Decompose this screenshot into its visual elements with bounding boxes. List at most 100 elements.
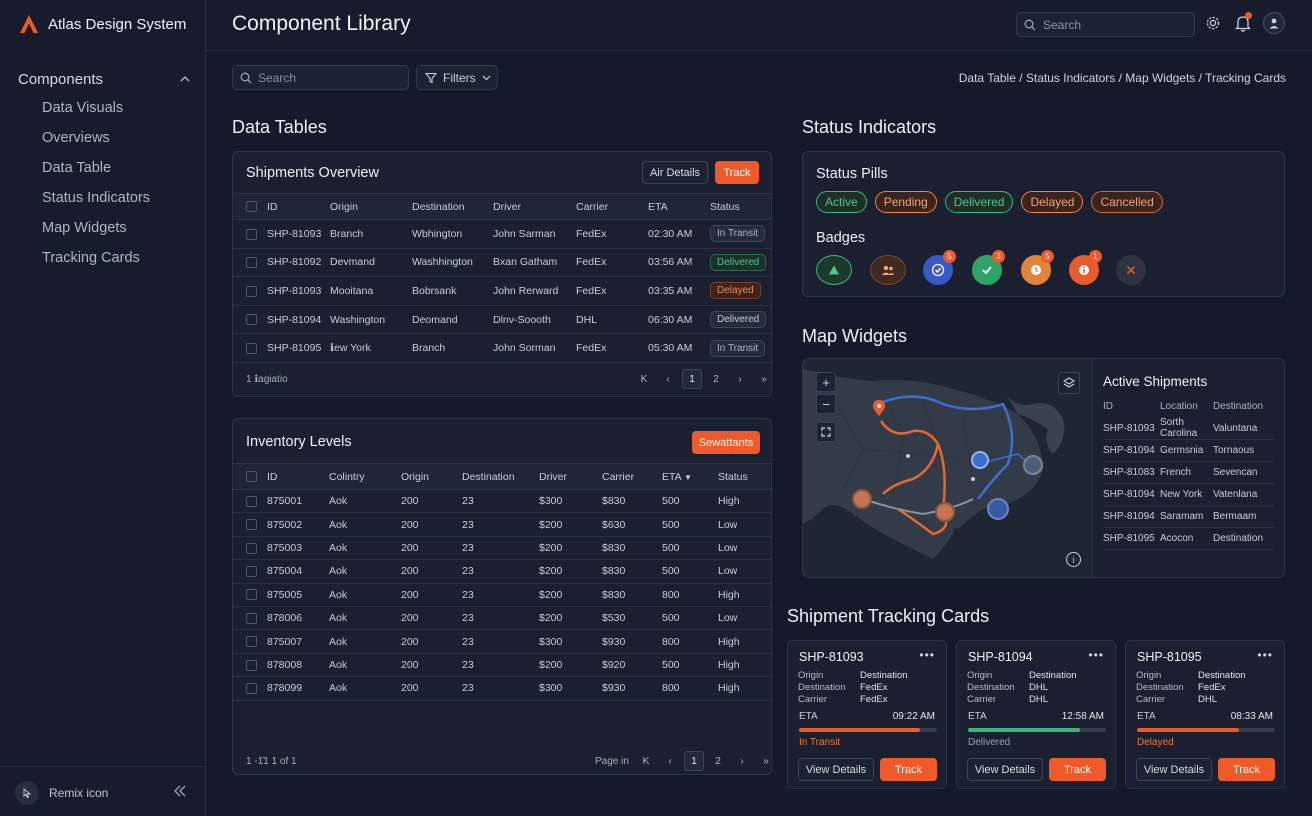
sidebar-item-map-widgets[interactable]: Map Widgets	[42, 220, 127, 236]
air-details-button[interactable]: Air Details	[642, 161, 708, 184]
list-item[interactable]: SHP-81094 Germsnia Tornaous	[1103, 439, 1274, 462]
close-icon[interactable]	[1116, 255, 1146, 285]
table-row[interactable]: 878099 Aok 200 23 $300 $930 800 High	[233, 676, 771, 701]
sidebar-item-status-indicators[interactable]: Status Indicators	[42, 190, 150, 206]
collapse-sidebar-icon[interactable]	[173, 784, 187, 800]
user-avatar[interactable]	[1263, 12, 1285, 34]
list-item[interactable]: SHP-81095 Acocon Destination	[1103, 527, 1274, 550]
first-page-icon[interactable]: K	[636, 751, 656, 771]
table-row[interactable]: 878006 Aok 200 23 $200 $530 500 Low	[233, 606, 771, 631]
map-vehicle-marker[interactable]	[971, 451, 989, 469]
row-checkbox[interactable]	[246, 636, 257, 648]
table-row[interactable]: SHP-81092 Devmand Washhington Bxan Gatham Fe…	[233, 248, 771, 278]
next-page-icon[interactable]: ›	[732, 751, 752, 771]
table-row[interactable]: SHP-81093 Branch Wbhington John Sarman FedEx…	[233, 219, 771, 249]
next-page-icon[interactable]: ›	[730, 369, 750, 389]
view-details-button[interactable]: View Details	[967, 758, 1043, 781]
col-origin[interactable]: Origin	[401, 463, 462, 490]
row-checkbox[interactable]	[246, 589, 257, 601]
filters-button[interactable]: Filters	[416, 65, 498, 90]
track-button[interactable]: Track	[1049, 758, 1106, 781]
col-driver[interactable]: Driver	[493, 193, 576, 220]
table-row[interactable]: 878008 Aok 200 23 $200 $920 500 High	[233, 653, 771, 678]
col-status[interactable]: Status	[718, 463, 771, 490]
gear-icon[interactable]	[1205, 15, 1221, 31]
page-2-button[interactable]: 2	[706, 369, 726, 389]
table-row[interactable]: 875004 Aok 200 23 $200 $830 500 Low	[233, 559, 771, 584]
row-checkbox[interactable]	[246, 519, 257, 531]
track-button[interactable]: Track	[1218, 758, 1275, 781]
sidebar-item-data-table[interactable]: Data Table	[42, 160, 111, 176]
top-search-input[interactable]: Search	[1016, 12, 1195, 37]
table-row[interactable]: 875002 Aok 200 23 $200 $630 500 Low	[233, 512, 771, 537]
shipment-map[interactable]: + − i	[803, 359, 1092, 577]
page-1-button[interactable]: 1	[682, 369, 702, 389]
status-pill-delivered[interactable]: Delivered	[944, 191, 1014, 213]
col-driver[interactable]: Driver	[539, 463, 602, 490]
track-button[interactable]: Track	[715, 161, 759, 184]
sidebar-item-overviews[interactable]: Overviews	[42, 130, 110, 146]
view-details-button[interactable]: View Details	[798, 758, 874, 781]
list-item[interactable]: SHP-81094 Saramam Bermaam	[1103, 505, 1274, 528]
map-cluster-marker[interactable]	[935, 502, 955, 522]
users-icon[interactable]	[870, 255, 906, 285]
triangle-icon[interactable]	[816, 255, 852, 285]
table-row[interactable]: SHP-81094 Washington Deomand Dlnv-Soooth DHL…	[233, 305, 771, 335]
page-2-button[interactable]: 2	[708, 751, 728, 771]
fullscreen-icon[interactable]	[816, 422, 836, 442]
inventory-action-button[interactable]: Sewattants	[692, 431, 760, 454]
col-eta[interactable]: ETA	[648, 193, 710, 220]
location-pin-icon[interactable]	[871, 399, 887, 417]
main-search-input[interactable]: Search	[232, 65, 409, 90]
col-carrier[interactable]: Carrier	[602, 463, 662, 490]
track-button[interactable]: Track	[880, 758, 937, 781]
table-row[interactable]: SHP-81093 Mooitana Bobrsank John Rerward Fed…	[233, 276, 771, 306]
info-icon[interactable]: i	[1066, 552, 1081, 567]
row-checkbox[interactable]	[246, 566, 257, 578]
col-status[interactable]: Status	[710, 193, 771, 220]
first-page-icon[interactable]: K	[634, 369, 654, 389]
sidebar-item-tracking-cards[interactable]: Tracking Cards	[42, 250, 140, 266]
table-row[interactable]: SHP-81095 ℹew York Branch John Sorman FedEx 0…	[233, 333, 771, 363]
row-checkbox[interactable]	[246, 683, 257, 695]
status-pill-cancelled[interactable]: Cancelled	[1091, 191, 1163, 213]
row-checkbox[interactable]	[246, 257, 257, 269]
zoom-in-button[interactable]: +	[816, 372, 836, 392]
sidebar-item-data-visuals[interactable]: Data Visuals	[42, 100, 123, 116]
more-options-icon[interactable]: •••	[919, 648, 935, 662]
map-cluster-marker[interactable]	[852, 489, 872, 509]
col-carrier[interactable]: Carrier	[576, 193, 648, 220]
row-checkbox[interactable]	[246, 285, 257, 297]
more-options-icon[interactable]: •••	[1088, 648, 1104, 662]
list-item[interactable]: SHP-81093 Sorth Carolina Valuntana	[1103, 417, 1274, 440]
row-checkbox[interactable]	[246, 495, 257, 507]
view-details-button[interactable]: View Details	[1136, 758, 1212, 781]
row-checkbox[interactable]	[246, 314, 257, 326]
prev-page-icon[interactable]: ‹	[658, 369, 678, 389]
col-origin[interactable]: Origin	[330, 193, 412, 220]
col-country[interactable]: Colintry	[329, 463, 401, 490]
row-checkbox[interactable]	[246, 228, 257, 240]
list-item[interactable]: SHP-81094 New York Vatenlana	[1103, 483, 1274, 506]
prev-page-icon[interactable]: ‹	[660, 751, 680, 771]
map-cluster-marker[interactable]	[1023, 455, 1043, 475]
table-row[interactable]: 875001 Aok 200 23 $300 $830 500 High	[233, 489, 771, 514]
status-pill-pending[interactable]: Pending	[874, 191, 937, 213]
row-checkbox[interactable]	[246, 342, 257, 354]
map-cluster-marker[interactable]	[987, 498, 1009, 520]
list-item[interactable]: SHP-81083 French Sevencan	[1103, 461, 1274, 484]
col-id[interactable]: ID	[267, 193, 330, 220]
col-destination[interactable]: Destination	[462, 463, 539, 490]
table-row[interactable]: 875007 Aok 200 23 $300 $930 800 High	[233, 629, 771, 654]
nav-group-components[interactable]: Components	[18, 69, 190, 89]
zoom-out-button[interactable]: −	[816, 394, 836, 414]
col-id[interactable]: ID	[267, 463, 329, 490]
select-all-checkbox[interactable]	[246, 471, 257, 483]
row-checkbox[interactable]	[246, 542, 257, 554]
table-row[interactable]: 875003 Aok 200 23 $200 $830 500 Low	[233, 536, 771, 561]
col-destination[interactable]: Destination	[412, 193, 493, 220]
row-checkbox[interactable]	[246, 659, 257, 671]
status-pill-active[interactable]: Active	[816, 191, 867, 213]
last-page-icon[interactable]: »	[754, 369, 774, 389]
more-options-icon[interactable]: •••	[1257, 648, 1273, 662]
